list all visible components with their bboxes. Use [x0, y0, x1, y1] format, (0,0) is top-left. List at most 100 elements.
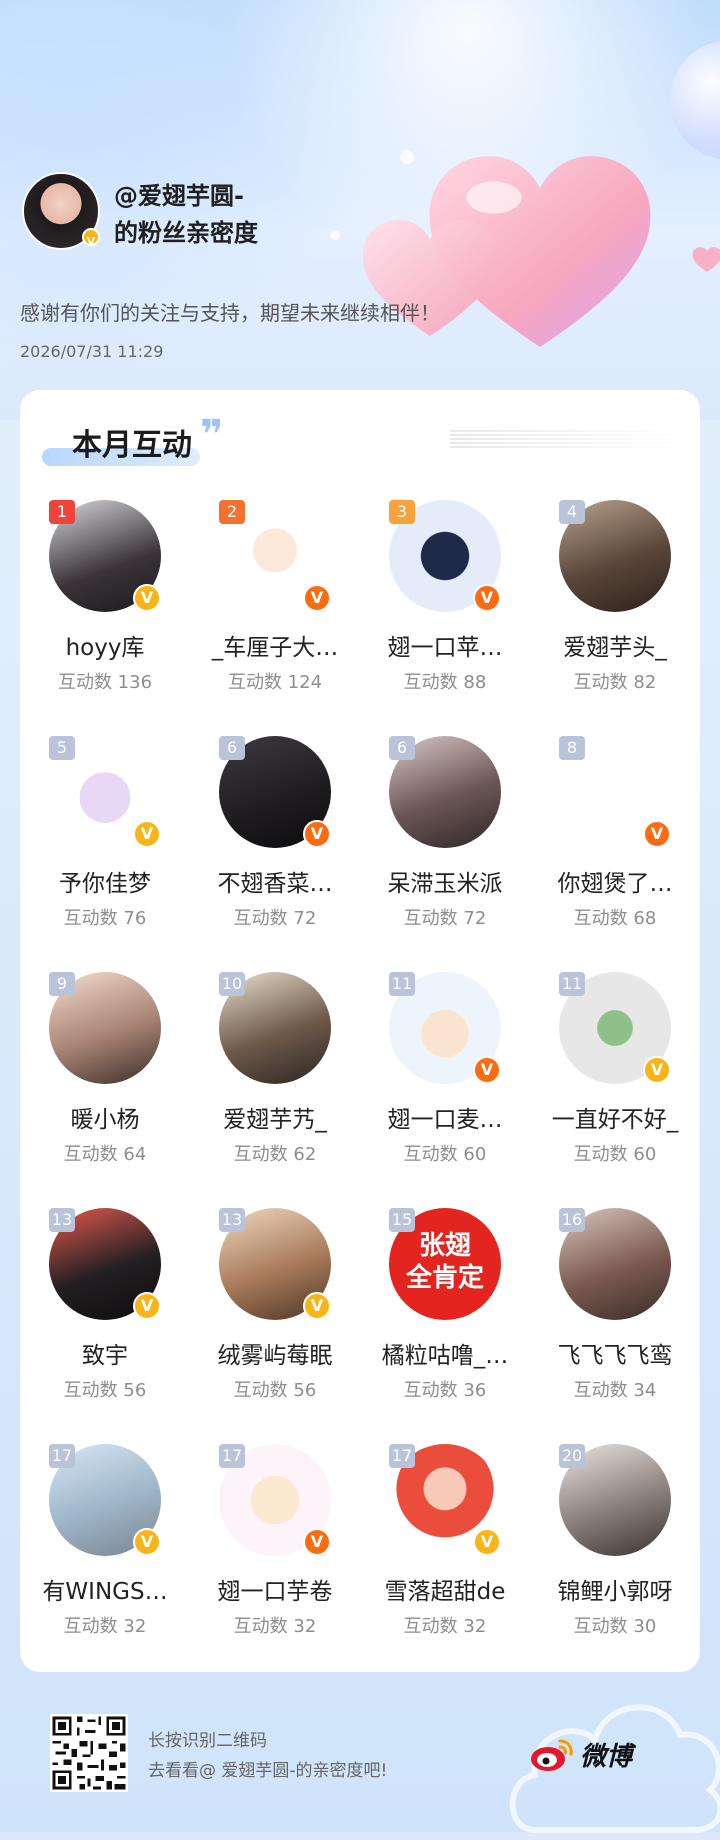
verified-icon: V — [473, 1056, 501, 1084]
interaction-count: 互动数 60 — [403, 1144, 487, 1165]
qr-hint: 长按识别二维码 — [148, 1731, 267, 1751]
verified-icon: V — [133, 1292, 161, 1320]
interaction-count: 互动数 32 — [403, 1616, 487, 1637]
verified-icon: V — [303, 820, 331, 848]
verified-icon: V — [643, 1056, 671, 1084]
verified-icon: V — [82, 228, 100, 248]
fan-name: _车厘子大… — [211, 635, 339, 661]
fan-card[interactable]: 17 V 有WINGS… 互动数 32 — [20, 1444, 190, 1680]
rank-badge: 2 — [219, 500, 245, 524]
interaction-count: 互动数 72 — [403, 908, 487, 929]
rank-badge: 4 — [559, 500, 585, 524]
fan-name: 暖小杨 — [70, 1107, 140, 1133]
fan-name: 翅一口麦… — [387, 1107, 503, 1133]
rank-badge: 3 — [389, 500, 415, 524]
rank-badge: 10 — [219, 972, 245, 996]
weibo-logo: 微博 — [530, 1736, 632, 1773]
bubble-decoration — [400, 150, 414, 164]
rank-badge: 11 — [559, 972, 585, 996]
fan-name: 一直好不好_ — [551, 1107, 679, 1133]
interaction-count: 互动数 56 — [233, 1380, 317, 1401]
fan-card[interactable]: 9 暖小杨 互动数 64 — [20, 972, 190, 1208]
verified-icon: V — [133, 820, 161, 848]
rank-badge: 17 — [49, 1444, 75, 1468]
rank-badge: 16 — [559, 1208, 585, 1232]
hero-banner: V @爱翅芋圆- 的粉丝亲密度 感谢有你们的关注与支持，期望未来继续相伴！ 20… — [0, 0, 720, 420]
timestamp: 2026/07/31 11:29 — [20, 342, 164, 361]
rank-badge: 17 — [389, 1444, 415, 1468]
interaction-count: 互动数 56 — [63, 1380, 147, 1401]
fan-name: 翅一口苹… — [387, 635, 503, 661]
fan-card[interactable]: 10 爱翅芋艿_ 互动数 62 — [190, 972, 360, 1208]
fan-card[interactable]: 3 V 翅一口苹… 互动数 88 — [360, 500, 530, 736]
monthly-interaction-card: 本月互动 ❞ 1 Vhoyy库互动数 136 2 V _车厘子大… 互动数 124 3 V 翅一… — [20, 390, 700, 1672]
fan-name: hoyy库 — [65, 635, 145, 661]
thanks-message: 感谢有你们的关注与支持，期望未来继续相伴！ — [20, 301, 440, 325]
fan-name: 有WINGS… — [42, 1579, 168, 1605]
interaction-count: 互动数 88 — [403, 672, 487, 693]
fan-card[interactable]: 4 爱翅芋头_ 互动数 82 — [530, 500, 700, 736]
qr-code-icon — [50, 1714, 128, 1792]
rank-badge: 15 — [389, 1208, 415, 1232]
verified-icon: V — [133, 584, 161, 612]
verified-icon: V — [303, 1528, 331, 1556]
avatar-overlay-text: 张翅 全肯定 — [405, 1231, 484, 1293]
rank-badge: 11 — [389, 972, 415, 996]
interaction-count: 互动数 136 — [57, 672, 153, 693]
interaction-count: 互动数 32 — [233, 1616, 317, 1637]
interaction-count: 互动数 72 — [233, 908, 317, 929]
bubble-decoration — [330, 230, 340, 240]
weibo-brand-text: 微博 — [580, 1742, 633, 1772]
rank-badge: 9 — [49, 972, 75, 996]
fan-name: 你翅煲了… — [557, 871, 673, 897]
verified-icon: V — [303, 1292, 331, 1320]
heart-decoration-icon — [692, 247, 720, 272]
decorative-lines — [450, 430, 680, 448]
fan-card[interactable]: 1 Vhoyy库互动数 136 — [20, 500, 190, 736]
fan-card[interactable]: 17 V 翅一口芋卷互动数 32 — [190, 1444, 360, 1680]
rank-badge: 13 — [219, 1208, 245, 1232]
card-title: 本月互动 — [72, 428, 192, 463]
fan-name: 爱翅芋艿_ — [223, 1107, 327, 1133]
fan-name: 橘粒咕噜_… — [381, 1343, 509, 1369]
fan-card[interactable]: 13 V 绒雾屿莓眠 互动数 56 — [190, 1208, 360, 1444]
interaction-count: 互动数 62 — [233, 1144, 317, 1165]
fan-card[interactable]: 6 V 不翅香菜… 互动数 72 — [190, 736, 360, 972]
interaction-count: 互动数 68 — [573, 908, 657, 929]
fan-card[interactable]: 张翅 全肯定 15 橘粒咕噜_… 互动数 36 — [360, 1208, 530, 1444]
verified-icon: V — [133, 1528, 161, 1556]
qr-hint-detail: 去看看@ 爱翅芋圆-的亲密度吧! — [148, 1761, 388, 1781]
fan-card[interactable]: 5 V 予你佳梦 互动数 76 — [20, 736, 190, 972]
qr-code[interactable] — [50, 1714, 128, 1792]
interaction-count: 互动数 124 — [227, 672, 323, 693]
owner-avatar[interactable]: V — [22, 172, 100, 250]
fan-card[interactable]: 11 V 一直好不好_ 互动数 60 — [530, 972, 700, 1208]
rank-badge: 1 — [49, 500, 75, 524]
verified-icon: V — [473, 1528, 501, 1556]
verified-icon: V — [643, 820, 671, 848]
fan-name: 不翅香菜… — [217, 871, 333, 897]
interaction-count: 互动数 76 — [63, 908, 147, 929]
interaction-count: 互动数 32 — [63, 1616, 147, 1637]
rank-badge: 20 — [559, 1444, 585, 1468]
fan-name: 雪落超甜de — [384, 1579, 506, 1605]
interaction-count: 互动数 60 — [573, 1144, 657, 1165]
interaction-count: 互动数 30 — [573, 1616, 657, 1637]
fan-card[interactable]: 8 V 你翅煲了… 互动数 68 — [530, 736, 700, 972]
interaction-count: 互动数 82 — [573, 672, 657, 693]
fan-card[interactable]: 16 飞飞飞飞鸾 互动数 34 — [530, 1208, 700, 1444]
interaction-count: 互动数 34 — [573, 1380, 657, 1401]
fan-name: 翅一口芋卷 — [217, 1579, 333, 1605]
fan-card[interactable]: 6 呆滞玉米派 互动数 72 — [360, 736, 530, 972]
rank-badge: 17 — [219, 1444, 245, 1468]
fan-card[interactable]: 13 V 致宇 互动数 56 — [20, 1208, 190, 1444]
interaction-count: 互动数 36 — [403, 1380, 487, 1401]
fan-name: 锦鲤小郭呀 — [557, 1579, 673, 1605]
verified-icon: V — [473, 584, 501, 612]
fan-card[interactable]: 2 V _车厘子大… 互动数 124 — [190, 500, 360, 736]
rank-badge: 8 — [559, 736, 585, 760]
quote-icon: ❞ — [200, 412, 224, 458]
weibo-icon — [531, 1739, 573, 1771]
rank-badge: 5 — [49, 736, 75, 760]
fan-card[interactable]: 11 V 翅一口麦… 互动数 60 — [360, 972, 530, 1208]
